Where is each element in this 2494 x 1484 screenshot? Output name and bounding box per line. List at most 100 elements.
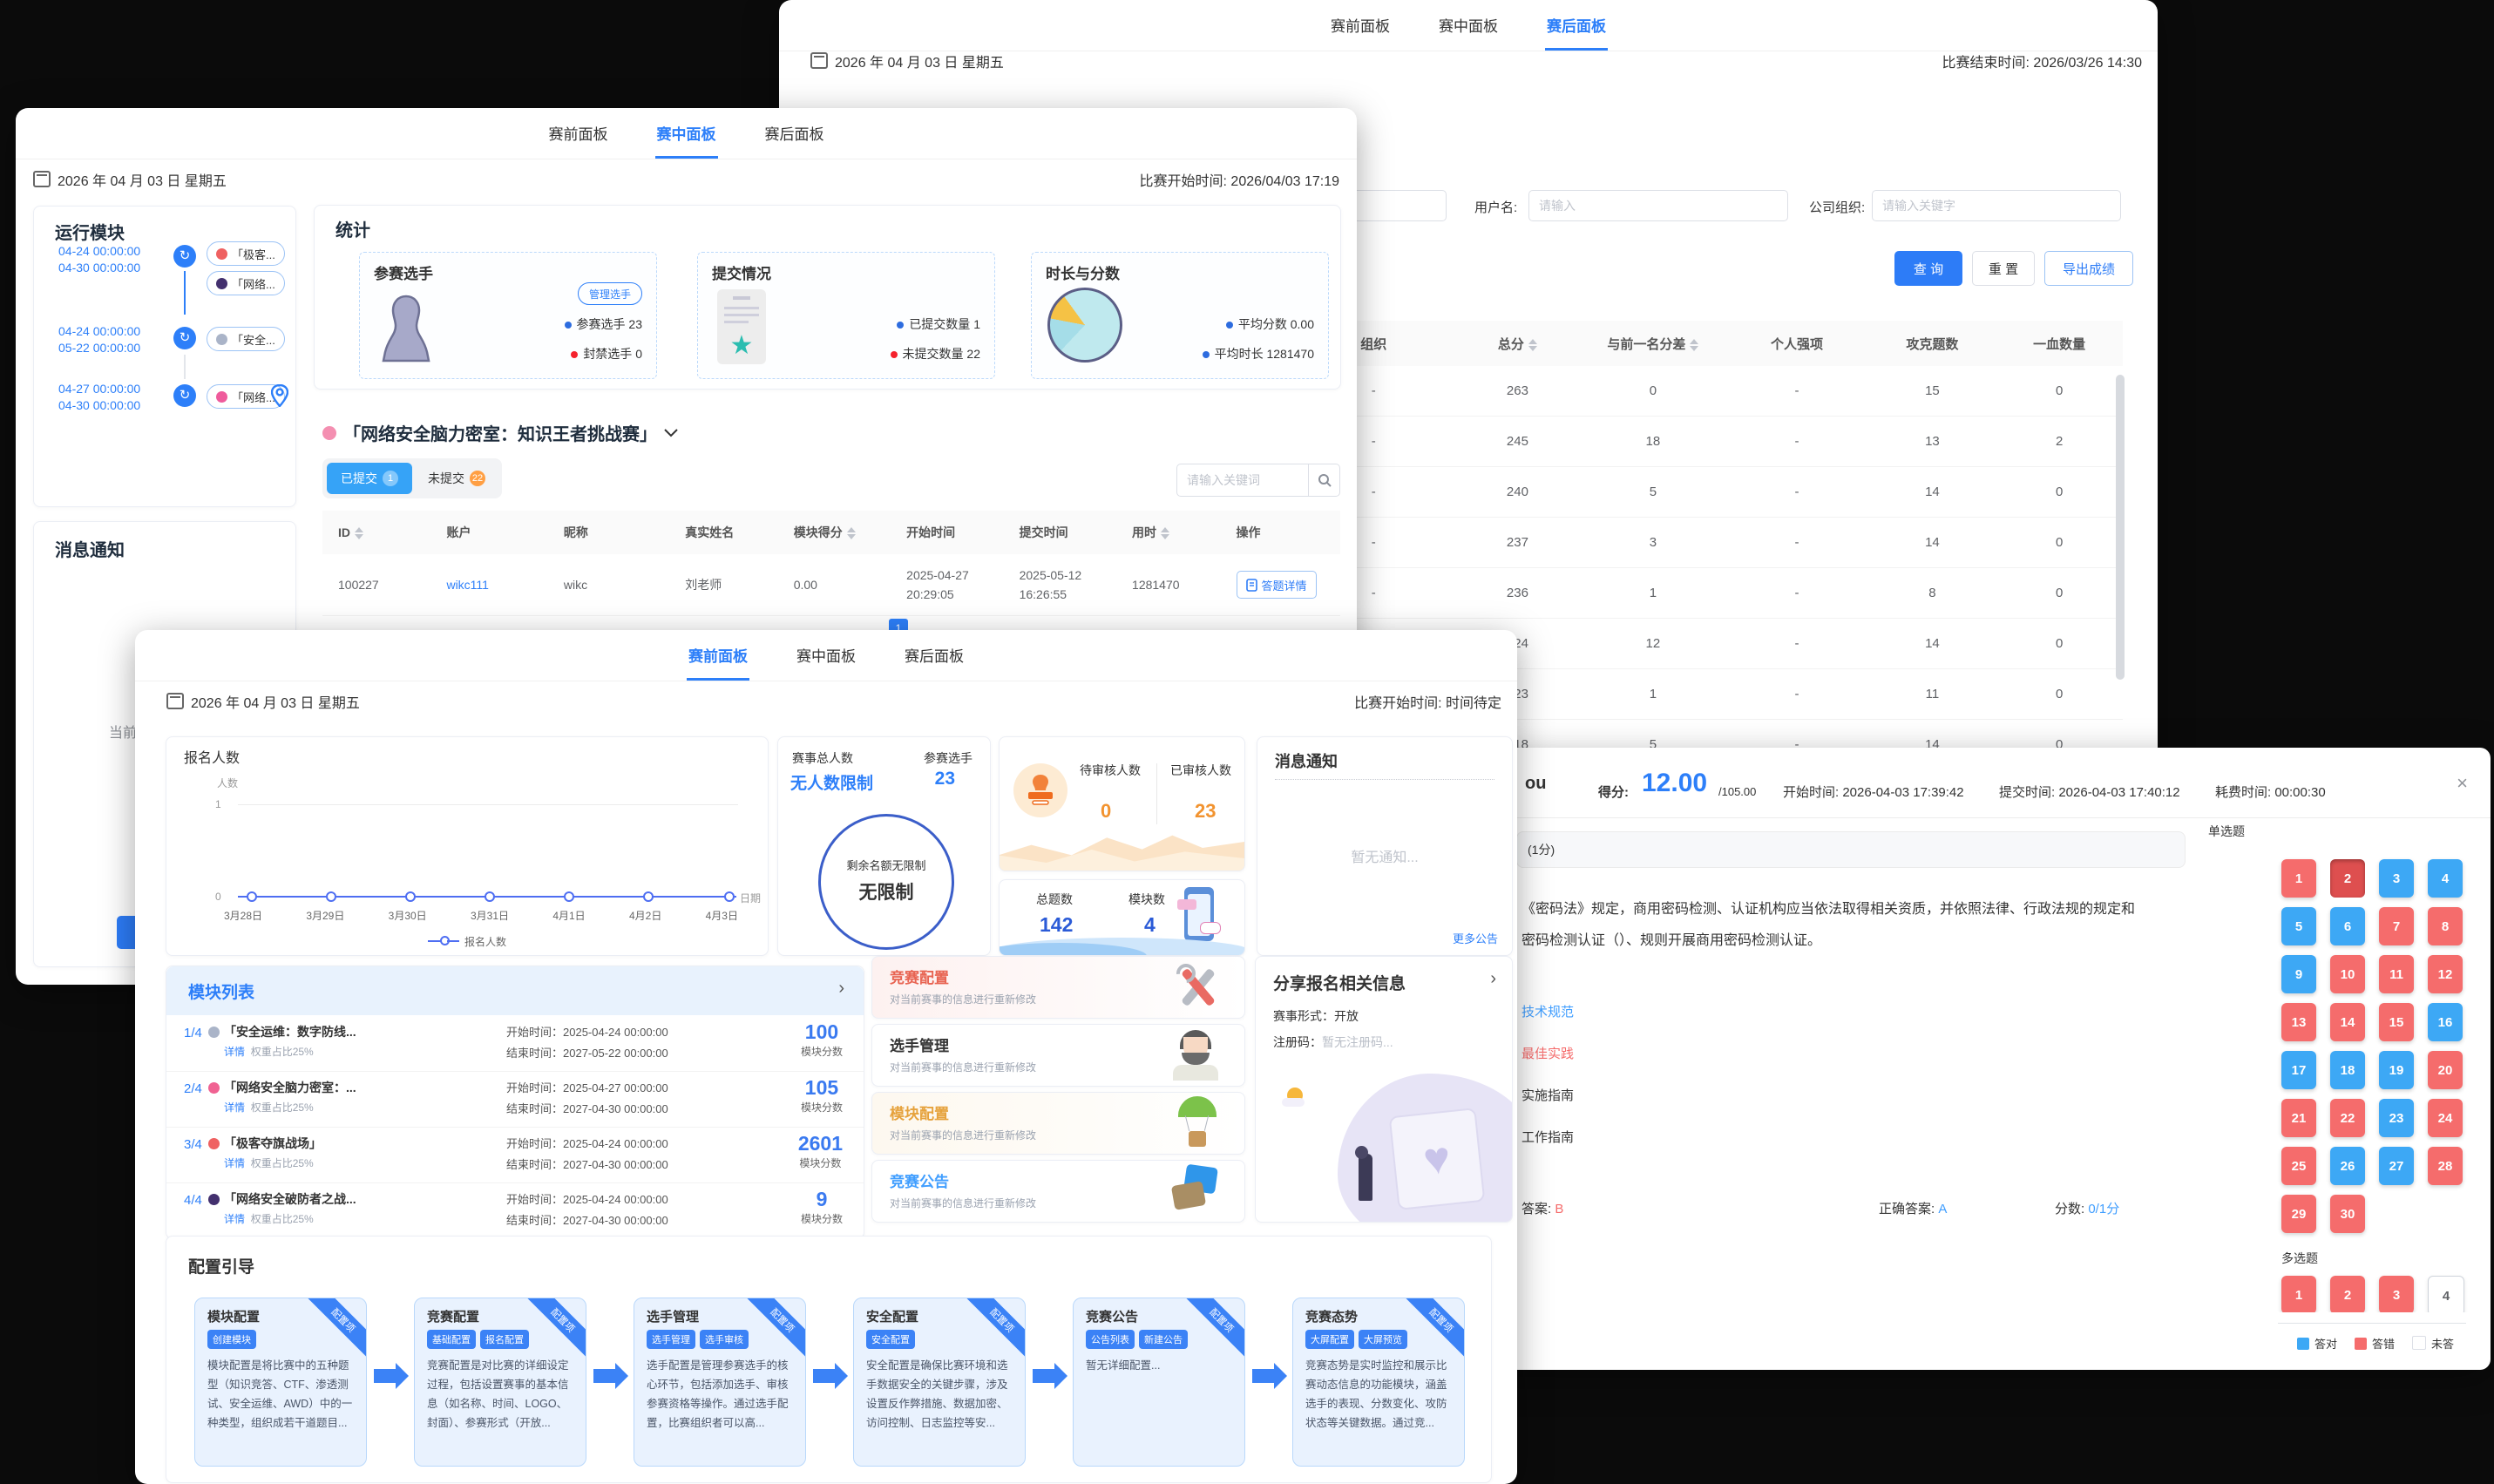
guide-card-security-config[interactable]: 配置项 安全配置 安全配置 安全配置是确保比赛环境和选手数据安全的关键步骤，涉及… xyxy=(853,1298,1026,1467)
guide-card-competition-config[interactable]: 配置项 竞赛配置 基础配置报名配置 竞赛配置是对比赛的详细设定过程，包括设置赛事… xyxy=(414,1298,586,1467)
manage-players-button[interactable]: 管理选手 xyxy=(578,282,642,305)
org-input[interactable] xyxy=(1872,190,2121,221)
question-cell[interactable]: 28 xyxy=(2428,1147,2463,1185)
question-cell[interactable]: 9 xyxy=(2281,955,2316,993)
guide-tag[interactable]: 新建公告 xyxy=(1139,1330,1188,1349)
tab-mid-panel[interactable]: 赛中面板 xyxy=(795,644,857,681)
option-c[interactable]: 实施指南 xyxy=(1521,1086,1574,1104)
tab-mid-panel[interactable]: 赛中面板 xyxy=(655,122,718,159)
tab-post-panel[interactable]: 赛后面板 xyxy=(763,122,826,159)
data-point[interactable] xyxy=(643,891,654,902)
guide-card-player-management[interactable]: 配置项 选手管理 选手管理选手审核 选手配置是管理参赛选手的核心环节，包括添加选… xyxy=(634,1298,806,1467)
guide-tag[interactable]: 创建模块 xyxy=(207,1330,256,1349)
option-a[interactable]: 技术规范 xyxy=(1521,1002,1574,1020)
guide-tag[interactable]: 基础配置 xyxy=(427,1330,476,1349)
config-shortcut-announcement[interactable]: 竞赛公告 对当前赛事的信息进行重新修改 xyxy=(871,1160,1245,1223)
question-cell[interactable]: 4 xyxy=(2428,859,2463,898)
question-cell[interactable]: 26 xyxy=(2330,1147,2365,1185)
tab-pre-panel[interactable]: 赛前面板 xyxy=(547,122,610,159)
tab-pre-panel[interactable]: 赛前面板 xyxy=(687,644,749,681)
search-button[interactable] xyxy=(1309,464,1340,497)
module-pill-network[interactable]: 「网络... xyxy=(207,271,285,295)
config-shortcut-modules[interactable]: 模块配置 对当前赛事的信息进行重新修改 xyxy=(871,1092,1245,1155)
question-cell[interactable]: 12 xyxy=(2428,955,2463,993)
answer-detail-button[interactable]: 答题详情 xyxy=(1237,571,1317,599)
col-score[interactable]: 模块得分 xyxy=(794,524,906,541)
sort-icon[interactable] xyxy=(1161,527,1169,539)
module-row[interactable]: 3/4 「极客夺旗战场」 详情 权重占比25% 开始时间：2025-04-24 … xyxy=(166,1127,864,1183)
data-point[interactable] xyxy=(724,891,735,902)
question-cell[interactable]: 2 xyxy=(2330,1276,2365,1312)
module-pill-geek[interactable]: 「极客... xyxy=(207,241,285,266)
config-shortcut-players[interactable]: 选手管理 对当前赛事的信息进行重新修改 xyxy=(871,1024,1245,1087)
question-cell[interactable]: 11 xyxy=(2379,955,2414,993)
question-cell[interactable]: 23 xyxy=(2379,1099,2414,1137)
scrollbar[interactable] xyxy=(2116,375,2125,680)
account-link[interactable]: wikc111 xyxy=(446,578,563,592)
guide-tag[interactable]: 选手管理 xyxy=(647,1330,695,1349)
data-point[interactable] xyxy=(247,891,257,902)
sort-icon[interactable] xyxy=(1690,339,1698,351)
sort-icon[interactable] xyxy=(847,527,856,539)
question-cell[interactable]: 15 xyxy=(2379,1003,2414,1041)
guide-card-situation[interactable]: 配置项 竞赛态势 大屏配置大屏预览 竞赛态势是实时监控和展示比赛动态信息的功能模… xyxy=(1292,1298,1465,1467)
chart-legend[interactable]: 报名人数 xyxy=(166,934,768,949)
question-cell[interactable]: 18 xyxy=(2330,1051,2365,1089)
hidden-filter-input[interactable] xyxy=(1351,190,1447,221)
question-cell[interactable]: 19 xyxy=(2379,1051,2414,1089)
chevron-down-icon[interactable] xyxy=(664,429,678,437)
data-point[interactable] xyxy=(564,891,574,902)
question-cell[interactable]: 22 xyxy=(2330,1099,2365,1137)
question-cell[interactable]: 17 xyxy=(2281,1051,2316,1089)
tab-pre-panel[interactable]: 赛前面板 xyxy=(1329,14,1392,51)
chevron-right-icon[interactable]: › xyxy=(1490,969,1496,989)
detail-link[interactable]: 详情 xyxy=(224,1213,245,1225)
question-cell[interactable]: 10 xyxy=(2330,955,2365,993)
question-cell[interactable]: 7 xyxy=(2379,907,2414,945)
guide-tag[interactable]: 安全配置 xyxy=(866,1330,915,1349)
module-pill-security[interactable]: 「安全... xyxy=(207,327,285,351)
sort-icon[interactable] xyxy=(355,527,363,539)
question-cell[interactable]: 6 xyxy=(2330,907,2365,945)
guide-tag[interactable]: 大屏预览 xyxy=(1359,1330,1407,1349)
reset-button[interactable]: 重 置 xyxy=(1972,251,2035,286)
detail-link[interactable]: 详情 xyxy=(224,1157,245,1169)
data-point[interactable] xyxy=(485,891,495,902)
col-duration[interactable]: 用时 xyxy=(1132,524,1236,541)
question-cell[interactable]: 3 xyxy=(2379,859,2414,898)
username-input[interactable] xyxy=(1528,190,1788,221)
data-point[interactable] xyxy=(326,891,336,902)
question-cell[interactable]: 13 xyxy=(2281,1003,2316,1041)
question-cell[interactable]: 24 xyxy=(2428,1099,2463,1137)
detail-link[interactable]: 详情 xyxy=(224,1101,245,1114)
question-cell[interactable]: 14 xyxy=(2330,1003,2365,1041)
tab-mid-panel[interactable]: 赛中面板 xyxy=(1437,14,1500,51)
module-row[interactable]: 2/4 「网络安全脑力密室：... 详情 权重占比25% 开始时间：2025-0… xyxy=(166,1071,864,1128)
question-cell[interactable]: 3 xyxy=(2379,1276,2414,1312)
guide-tag[interactable]: 选手审核 xyxy=(700,1330,749,1349)
col-total[interactable]: 总分 xyxy=(1454,335,1582,353)
module-row[interactable]: 1/4 「安全运维：数字防线... 详情 权重占比25% 开始时间：2025-0… xyxy=(166,1015,864,1072)
question-cell[interactable]: 25 xyxy=(2281,1147,2316,1185)
tab-submitted[interactable]: 已提交 1 xyxy=(327,463,412,494)
query-button[interactable]: 查 询 xyxy=(1894,251,1962,286)
col-id[interactable]: ID xyxy=(322,525,446,539)
question-cell[interactable]: 4 xyxy=(2428,1276,2464,1312)
tab-unsubmitted[interactable]: 未提交 22 xyxy=(416,463,498,494)
question-cell[interactable]: 1 xyxy=(2281,1276,2316,1312)
keyword-search-input[interactable] xyxy=(1176,464,1309,497)
table-row[interactable]: 100227 wikc111 wikc 刘老师 0.00 2025-04-272… xyxy=(322,554,1340,616)
tab-post-panel[interactable]: 赛后面板 xyxy=(903,644,966,681)
guide-tag[interactable]: 大屏配置 xyxy=(1305,1330,1354,1349)
question-cell[interactable]: 8 xyxy=(2428,907,2463,945)
question-cell[interactable]: 16 xyxy=(2428,1003,2463,1041)
config-shortcut-competition[interactable]: 竞赛配置 对当前赛事的信息进行重新修改 xyxy=(871,956,1245,1019)
location-pin-icon[interactable] xyxy=(271,384,288,407)
question-cell[interactable]: 2 xyxy=(2330,859,2365,898)
sort-icon[interactable] xyxy=(1528,339,1537,351)
question-cell[interactable]: 20 xyxy=(2428,1051,2463,1089)
question-cell[interactable]: 5 xyxy=(2281,907,2316,945)
guide-tag[interactable]: 报名配置 xyxy=(480,1330,529,1349)
question-cell[interactable]: 29 xyxy=(2281,1195,2316,1233)
tab-post-panel[interactable]: 赛后面板 xyxy=(1545,14,1608,51)
